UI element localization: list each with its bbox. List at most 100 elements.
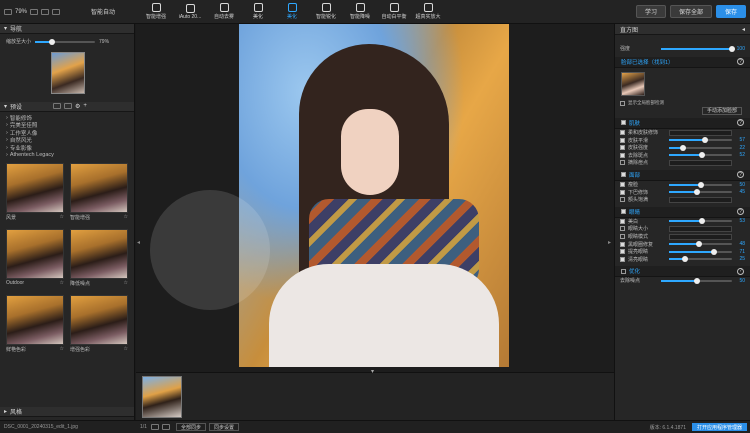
adjust-slider[interactable] xyxy=(669,152,732,159)
star-icon[interactable]: ☆ xyxy=(60,280,64,286)
slider-knob[interactable] xyxy=(699,218,706,225)
slider-knob[interactable] xyxy=(693,277,700,284)
eyes-header[interactable]: 眼睛 ? xyxy=(615,206,750,218)
rotate-left-icon[interactable] xyxy=(150,424,159,430)
adjust-slider[interactable] xyxy=(669,137,732,144)
slider-knob[interactable] xyxy=(696,241,703,248)
slider-knob[interactable] xyxy=(701,137,708,144)
sync-settings-button[interactable]: 同步设置 xyxy=(208,423,239,431)
star-icon[interactable]: ☆ xyxy=(60,214,64,220)
tool-denoise[interactable]: 智能降噪 xyxy=(343,1,377,23)
learn-button[interactable]: 学习 xyxy=(635,5,666,18)
skin-header[interactable]: 肌肤 ? xyxy=(615,117,750,129)
checkbox[interactable] xyxy=(620,100,625,106)
checkbox[interactable] xyxy=(620,152,625,158)
strength-slider[interactable] xyxy=(661,45,735,52)
slider-knob[interactable] xyxy=(710,248,717,255)
option-dropdown[interactable] xyxy=(669,129,732,136)
zoom-value[interactable]: 79% xyxy=(15,9,27,15)
slider-knob[interactable] xyxy=(729,45,735,52)
adjust-slider[interactable] xyxy=(669,144,732,151)
slider-knob[interactable] xyxy=(694,189,701,196)
preset-tile[interactable]: Outdoor ☆ xyxy=(6,229,64,287)
slider-knob[interactable] xyxy=(697,181,704,188)
save-button[interactable]: 保存 xyxy=(715,5,746,18)
collapse-left-icon[interactable]: ◂ xyxy=(137,239,141,246)
preset-tile[interactable]: 鲜艳色彩 ☆ xyxy=(6,295,64,353)
option-dropdown[interactable] xyxy=(669,225,732,232)
option-dropdown[interactable] xyxy=(669,159,732,166)
checkbox[interactable] xyxy=(620,130,625,136)
list-view-icon[interactable] xyxy=(64,103,73,109)
save-all-button[interactable]: 保存全部 xyxy=(669,5,712,18)
gear-icon[interactable]: ⚙ xyxy=(75,103,80,110)
detected-face-thumbnail[interactable] xyxy=(621,71,645,96)
tool-beauty[interactable]: 美化 xyxy=(241,1,275,23)
tool-brush[interactable]: 智能增强 xyxy=(139,1,173,23)
adjust-slider[interactable] xyxy=(669,241,732,248)
navigator-zoom-slider[interactable] xyxy=(35,38,96,45)
checkbox[interactable] xyxy=(620,137,625,143)
tool-hd[interactable]: 超真实放大 xyxy=(411,1,445,23)
option-dropdown[interactable] xyxy=(669,233,732,240)
slider-knob[interactable] xyxy=(49,38,56,45)
manual-add-face-button[interactable]: 手动添加脸部 xyxy=(701,106,742,115)
checkbox[interactable] xyxy=(620,249,625,255)
help-icon[interactable]: ? xyxy=(737,58,744,66)
compare-icon[interactable] xyxy=(41,8,50,15)
star-icon[interactable]: ☆ xyxy=(124,346,128,352)
histogram-header[interactable]: 直方图 ◂ xyxy=(615,24,750,35)
preset-tile[interactable]: 风景 ☆ xyxy=(6,163,64,221)
option-dropdown[interactable] xyxy=(669,196,732,203)
checkbox[interactable] xyxy=(620,182,625,188)
adjust-header[interactable]: 优化 ? xyxy=(615,266,750,278)
adjust-slider[interactable] xyxy=(669,189,732,196)
adjust-slider[interactable] xyxy=(669,218,732,225)
eyes-enable-checkbox[interactable] xyxy=(621,209,626,215)
help-icon[interactable]: ? xyxy=(737,208,744,216)
preset-tile[interactable]: 增强色彩 ☆ xyxy=(70,295,128,353)
preset-folder[interactable]: › 专业影像 xyxy=(6,144,128,152)
collapse-right-icon[interactable]: ▸ xyxy=(608,239,612,246)
preset-tile[interactable]: 降低噪点 ☆ xyxy=(70,229,128,287)
zoom-in-icon[interactable] xyxy=(30,8,39,15)
faces-header[interactable]: 脸部已选择（找到1） ? xyxy=(615,56,750,68)
adjust-slider[interactable] xyxy=(669,181,732,188)
rotate-right-icon[interactable] xyxy=(161,424,170,430)
checkbox[interactable] xyxy=(620,197,625,203)
grid-view-icon[interactable] xyxy=(53,103,62,109)
adjust-enable-checkbox[interactable] xyxy=(621,268,626,274)
checkbox[interactable] xyxy=(620,218,625,224)
full-sync-button[interactable]: 全部同步 xyxy=(175,423,206,431)
checkbox[interactable] xyxy=(620,189,625,195)
filmstrip-thumbnail[interactable] xyxy=(142,376,182,418)
slider-knob[interactable] xyxy=(681,256,688,263)
tool-auto[interactable]: iAuto 20... xyxy=(173,1,207,23)
adjust-slider[interactable] xyxy=(669,256,732,263)
filmstrip-toggle-icon[interactable]: ▾ xyxy=(371,368,374,375)
checkbox[interactable] xyxy=(620,234,625,240)
style-header[interactable]: ▸ 风格 xyxy=(0,407,134,417)
star-icon[interactable]: ☆ xyxy=(124,280,128,286)
split-icon[interactable] xyxy=(52,8,61,15)
help-icon[interactable]: ? xyxy=(737,171,744,179)
checkbox[interactable] xyxy=(620,241,625,247)
navigator-header[interactable]: ▾ 导航 xyxy=(0,24,134,34)
checkbox[interactable] xyxy=(620,226,625,232)
adjust-slider[interactable] xyxy=(661,277,732,284)
skin-enable-checkbox[interactable] xyxy=(621,120,626,126)
tool-face[interactable]: 美化 xyxy=(275,1,309,23)
tool-sharpen[interactable]: 智能锐化 xyxy=(309,1,343,23)
preset-tile[interactable]: 智能增强 ☆ xyxy=(70,163,128,221)
navigator-thumbnail[interactable] xyxy=(51,52,85,94)
checkbox[interactable] xyxy=(620,160,625,166)
open-manager-button[interactable]: 打开应用程序管理器 xyxy=(691,423,747,431)
adjust-slider[interactable] xyxy=(669,248,732,255)
presets-header[interactable]: ▾ 预设 ⚙ + xyxy=(0,102,134,112)
tool-dehaze[interactable]: 自动去雾 xyxy=(207,1,241,23)
face-header[interactable]: 面部 ? xyxy=(615,169,750,181)
preset-folder[interactable]: › Athentech Legacy xyxy=(6,152,128,160)
star-icon[interactable]: ☆ xyxy=(60,346,64,352)
help-icon[interactable]: ? xyxy=(737,119,744,127)
slider-knob[interactable] xyxy=(679,144,686,151)
